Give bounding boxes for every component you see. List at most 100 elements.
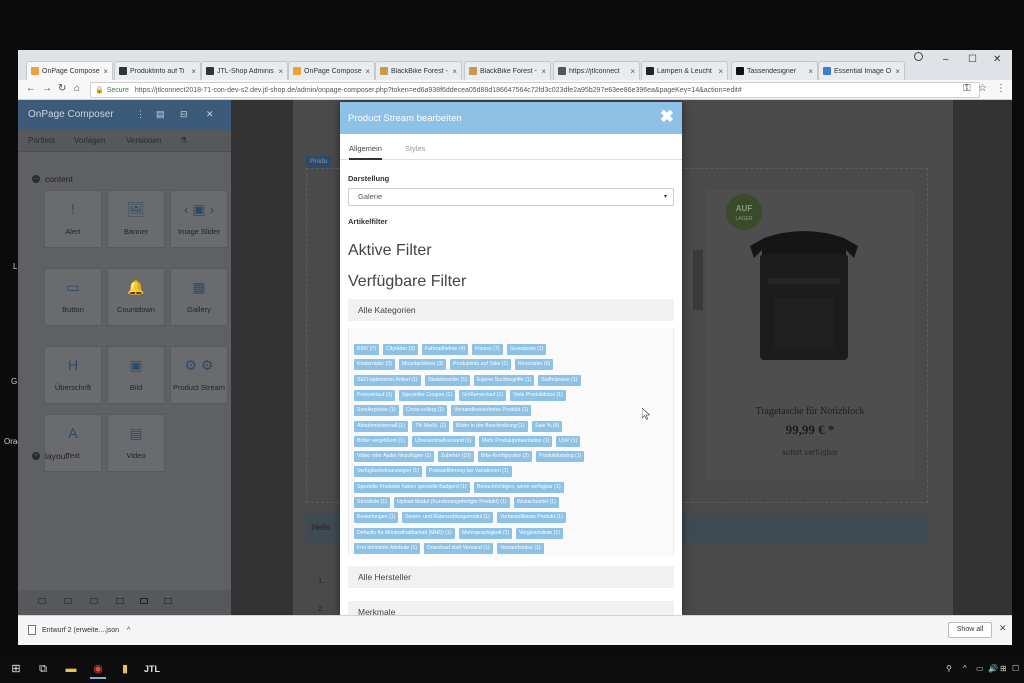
category-filter-chip[interactable]: Abnahmeintervall (1) bbox=[354, 420, 408, 432]
more-icon[interactable]: ⋮ bbox=[136, 109, 145, 120]
redo-icon[interactable] bbox=[64, 598, 72, 604]
file-explorer-icon[interactable]: ▬ bbox=[63, 661, 79, 677]
category-filter-chip[interactable]: Versandkostenfreies Produkt (1) bbox=[451, 405, 532, 417]
save-icon[interactable]: ⊟ bbox=[180, 109, 188, 120]
browser-tab[interactable]: Produktinfo auf Ti × bbox=[114, 61, 201, 80]
portlet-gallery[interactable]: ▦ Gallery bbox=[170, 268, 228, 326]
category-filter-chip[interactable]: Produktkatalog (1) bbox=[536, 451, 585, 463]
user-profile-icon[interactable] bbox=[914, 52, 923, 61]
browser-tab[interactable]: BlackBike Forest - × bbox=[375, 61, 462, 80]
category-filter-chip[interactable]: BMX (7) bbox=[354, 344, 380, 355]
category-filter-chip[interactable]: Mountainbikes (3) bbox=[399, 359, 447, 371]
volume-icon[interactable]: 🔊 bbox=[988, 664, 998, 673]
bookmark-star-icon[interactable]: ☆ bbox=[978, 83, 987, 94]
category-filter-chip[interactable]: Bewertungen (1) bbox=[354, 512, 399, 524]
home-icon[interactable]: ⌂ bbox=[74, 83, 80, 94]
category-filter-chip[interactable]: Download statt Versand (1) bbox=[424, 542, 493, 554]
portlet-product-stream[interactable]: ⚙ ⚙ Product Stream bbox=[170, 346, 228, 404]
category-filter-chip[interactable]: Vergleichsliste (1) bbox=[516, 527, 563, 539]
tab-styles[interactable]: Styles bbox=[405, 144, 425, 153]
category-filter-chip[interactable]: 7% MwSt. (1) bbox=[412, 420, 450, 432]
category-filter-chip[interactable]: Mehr Produktpräsentation (1) bbox=[479, 435, 553, 447]
tab-close-icon[interactable]: × bbox=[191, 67, 196, 76]
task-view-icon[interactable]: ⧉ bbox=[35, 661, 51, 677]
close-window-icon[interactable]: ✕ bbox=[993, 54, 1001, 65]
tab-close-icon[interactable]: × bbox=[541, 67, 546, 76]
back-icon[interactable]: ← bbox=[26, 83, 36, 94]
category-filter-chip[interactable]: UVP (1) bbox=[556, 435, 581, 447]
category-filter-chip[interactable]: Versandstatus (1) bbox=[497, 542, 544, 554]
darstellung-select[interactable]: Galerie ▾ bbox=[348, 188, 674, 206]
category-filter-chip[interactable]: Defaults für Mindesthaltbarkeit (MHD) (1… bbox=[354, 527, 455, 539]
category-filter-chip[interactable]: Sale % (6) bbox=[532, 420, 563, 432]
portlet-label[interactable]: Produ bbox=[306, 156, 332, 168]
key-icon[interactable]: ⚿ bbox=[963, 83, 971, 94]
minimize-icon[interactable]: – bbox=[943, 54, 949, 65]
category-filter-chip[interactable]: Preisverlauf (1) bbox=[354, 389, 396, 401]
start-icon[interactable]: ⊞ bbox=[8, 661, 24, 677]
portlet-text[interactable]: A Text bbox=[44, 414, 102, 472]
tab-allgemein[interactable]: Allgemein bbox=[349, 144, 382, 160]
forward-icon[interactable]: → bbox=[42, 83, 52, 94]
category-filter-chip[interactable]: Wunschzettel (1) bbox=[514, 497, 559, 508]
category-filter-chip[interactable]: SEO-optimierter Artikel (1) bbox=[354, 374, 421, 386]
network-icon[interactable]: ⊞ bbox=[1000, 664, 1007, 673]
portlet-button[interactable]: ▭ Button bbox=[44, 268, 102, 326]
category-filter-chip[interactable]: Kinderräder (3) bbox=[354, 359, 395, 371]
people-icon[interactable]: ⚲ bbox=[946, 664, 952, 673]
category-filter-chip[interactable]: Cityräder (3) bbox=[383, 344, 418, 355]
portlet-alert[interactable]: ! Alert bbox=[44, 190, 102, 248]
browser-tab[interactable]: BlackBike Forest - × bbox=[464, 61, 551, 80]
download-item[interactable]: Entwurf 2 (erweite....json ^ bbox=[28, 625, 130, 635]
category-filter-chip[interactable]: Uhrenschnellversand (1) bbox=[412, 435, 475, 447]
category-filter-chip[interactable]: Serien- und Ratenzahlungsmodul (1) bbox=[402, 512, 493, 524]
chrome-icon[interactable]: ◉ bbox=[90, 661, 106, 679]
tab-close-icon[interactable]: × bbox=[808, 67, 813, 76]
browser-tab[interactable]: Tassendesigner × bbox=[731, 61, 818, 80]
category-filter-chip[interactable]: Sonderpreise (1) bbox=[354, 405, 399, 417]
category-filter-chip[interactable]: Fahrradhelme (4) bbox=[422, 344, 469, 355]
close-downloads-icon[interactable]: ✕ bbox=[999, 623, 1007, 634]
browser-tab[interactable]: OnPage Composer × bbox=[26, 61, 113, 80]
category-filter-chip[interactable]: Bilder in der Beschreibung (1) bbox=[453, 420, 528, 432]
category-filter-chip[interactable]: Bilder vergrößern (1) bbox=[354, 435, 408, 447]
category-filter-chip[interactable]: Upload-Modul (Kundenangefertigte Produkt… bbox=[394, 497, 510, 508]
tab-close-icon[interactable]: × bbox=[630, 67, 635, 76]
portlet-video[interactable]: ▤ Video bbox=[107, 414, 165, 472]
category-filter-chip[interactable]: Eigene Suchbegriffe (1) bbox=[474, 374, 535, 386]
section-layout[interactable]: + layout bbox=[32, 451, 68, 461]
portlet-countdown[interactable]: 🔔 Countdown bbox=[107, 268, 165, 326]
category-filter-chip[interactable]: Preisabfilterung bei Variationen (1) bbox=[426, 466, 512, 478]
accordion-alle-hersteller[interactable]: Alle Hersteller bbox=[348, 566, 674, 588]
category-filter-chip[interactable]: Mehrsprachigkeit (1) bbox=[459, 527, 513, 539]
mobile-view-icon[interactable] bbox=[116, 598, 124, 604]
browser-tab[interactable]: OnPage Composer × bbox=[288, 61, 375, 80]
browser-tab[interactable]: JTL-Shop Adminis × bbox=[201, 61, 288, 80]
category-filter-chip[interactable]: Produktinfo auf Tabs (1) bbox=[450, 359, 511, 371]
portlet-banner[interactable]: 🖼 Banner bbox=[107, 190, 165, 248]
product-card[interactable]: AUF LAGER Tragetasche für Notizblock 99,… bbox=[706, 190, 914, 480]
tab-close-icon[interactable]: × bbox=[718, 67, 723, 76]
chevron-up-icon[interactable]: ^ bbox=[127, 627, 130, 634]
tab-blueprints-icon[interactable]: ⚗ bbox=[180, 136, 187, 145]
history-icon[interactable] bbox=[90, 598, 98, 604]
jtl-icon[interactable]: JTL bbox=[144, 661, 160, 677]
category-filter-chip[interactable]: Cross-selling (1) bbox=[403, 405, 447, 417]
accordion-merkmale[interactable]: Merkmale bbox=[348, 601, 674, 615]
portlet--berschrift[interactable]: H Überschrift bbox=[44, 346, 102, 404]
tab-versionen[interactable]: Versionen bbox=[126, 136, 162, 145]
category-filter-chip[interactable]: Frei definierte Attribute (1) bbox=[354, 542, 420, 554]
category-filter-chip[interactable]: Skateboarder (1) bbox=[425, 374, 470, 386]
battery-icon[interactable]: ▭ bbox=[976, 664, 984, 673]
tab-close-icon[interactable]: × bbox=[452, 67, 457, 76]
section-content[interactable]: – content bbox=[32, 174, 73, 184]
app-icon[interactable]: ▮ bbox=[117, 661, 133, 677]
tab-vorlagen[interactable]: Vorlagen bbox=[74, 136, 106, 145]
category-filter-chip[interactable]: Video oder Audio hinzufügen (1) bbox=[354, 451, 435, 463]
category-filter-chip[interactable]: Stückliste (1) bbox=[354, 497, 390, 508]
maximize-icon[interactable]: ☐ bbox=[968, 54, 977, 65]
accordion-alle-kategorien[interactable]: Alle Kategorien bbox=[348, 299, 674, 321]
category-filter-chip[interactable]: Rennräder (6) bbox=[515, 359, 554, 371]
tray-expand-icon[interactable]: ^ bbox=[963, 664, 967, 673]
tablet-view-icon[interactable] bbox=[164, 598, 172, 604]
